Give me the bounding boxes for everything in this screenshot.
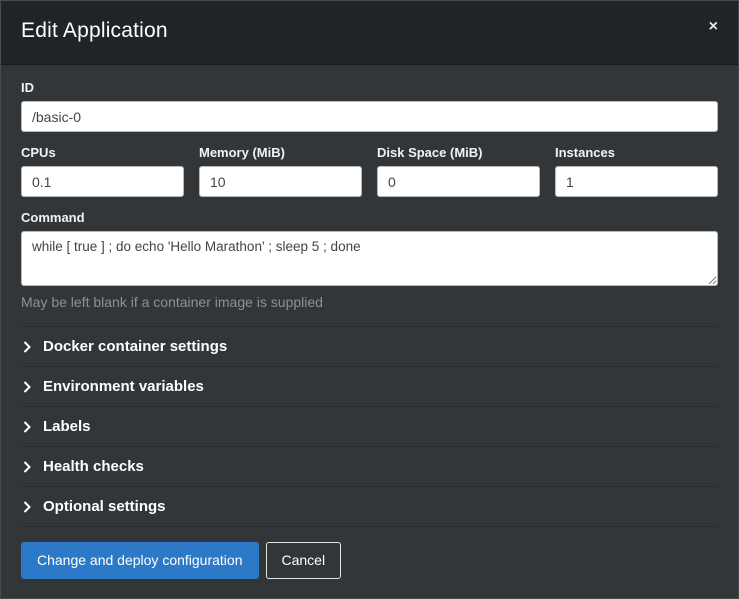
command-field-group: Command while [ true ] ; do echo 'Hello … [21,210,718,310]
disk-field-group: Disk Space (MiB) [377,145,540,197]
instances-input[interactable] [555,166,718,197]
collapsible-sections: Docker container settings Environment va… [21,326,718,527]
instances-label: Instances [555,145,718,160]
disk-input[interactable] [377,166,540,197]
cpus-input[interactable] [21,166,184,197]
modal-footer: Change and deploy configuration Cancel [1,527,738,594]
edit-application-modal: Edit Application × ID CPUs Memory (MiB) … [1,1,738,594]
cpus-field-group: CPUs [21,145,184,197]
change-and-deploy-button[interactable]: Change and deploy configuration [21,542,259,579]
command-help-text: May be left blank if a container image i… [21,294,718,310]
section-label: Health checks [43,458,144,475]
command-label: Command [21,210,718,225]
chevron-right-icon [23,461,37,473]
cancel-button[interactable]: Cancel [266,542,342,579]
id-input[interactable] [21,101,718,132]
chevron-right-icon [23,381,37,393]
section-label: Optional settings [43,498,166,515]
chevron-right-icon [23,421,37,433]
modal-body: ID CPUs Memory (MiB) Disk Space (MiB) In… [1,65,738,527]
section-label: Docker container settings [43,338,227,355]
memory-input[interactable] [199,166,362,197]
section-label: Environment variables [43,378,204,395]
section-environment-variables[interactable]: Environment variables [21,366,718,406]
id-field-group: ID [21,80,718,132]
resources-row: CPUs Memory (MiB) Disk Space (MiB) Insta… [21,145,718,197]
modal-header: Edit Application × [1,1,738,65]
section-label: Labels [43,418,91,435]
cpus-label: CPUs [21,145,184,160]
id-label: ID [21,80,718,95]
section-docker-container-settings[interactable]: Docker container settings [21,326,718,366]
chevron-right-icon [23,341,37,353]
section-labels[interactable]: Labels [21,406,718,446]
close-icon[interactable]: × [705,17,722,37]
section-optional-settings[interactable]: Optional settings [21,486,718,527]
memory-label: Memory (MiB) [199,145,362,160]
section-health-checks[interactable]: Health checks [21,446,718,486]
memory-field-group: Memory (MiB) [199,145,362,197]
page-title: Edit Application [21,19,168,42]
instances-field-group: Instances [555,145,718,197]
disk-label: Disk Space (MiB) [377,145,540,160]
chevron-right-icon [23,501,37,513]
command-textarea[interactable]: while [ true ] ; do echo 'Hello Marathon… [21,231,718,286]
